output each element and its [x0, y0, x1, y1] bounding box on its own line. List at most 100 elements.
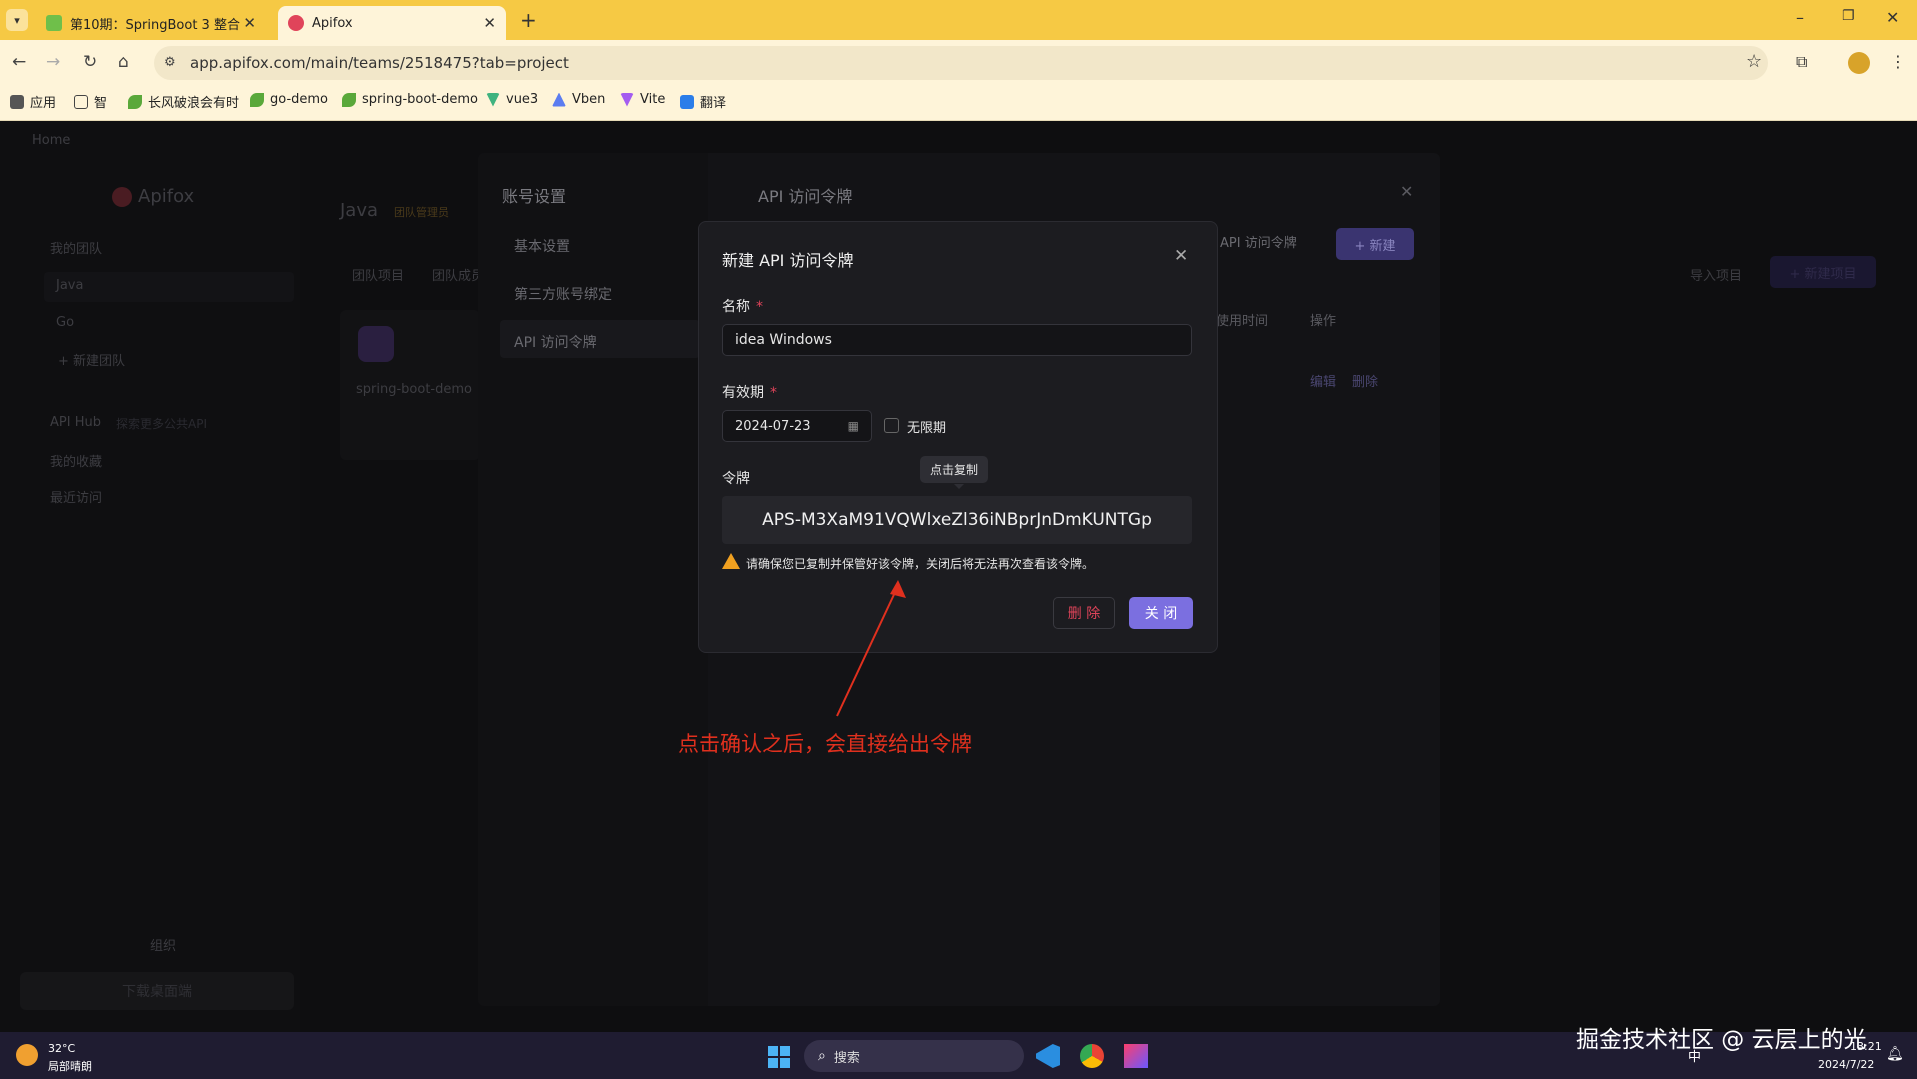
- intellij-icon[interactable]: [1124, 1044, 1148, 1068]
- sidebar-org[interactable]: 组织: [150, 935, 176, 954]
- weather-temp: 32°C: [48, 1042, 76, 1055]
- project-name: spring-boot-demo: [356, 382, 472, 397]
- close-tab-icon[interactable]: ✕: [483, 14, 496, 32]
- clock-date[interactable]: 2024/7/22: [1818, 1058, 1874, 1071]
- tab-search-button[interactable]: ▾: [6, 9, 28, 31]
- new-tab-icon[interactable]: +: [520, 8, 537, 32]
- tab-springboot[interactable]: 第10期：SpringBoot 3 整合接 ✕: [36, 6, 266, 40]
- bookmark-item[interactable]: Vben: [552, 92, 605, 107]
- sidebar-api-hub-note: 探索更多公共API: [116, 417, 207, 431]
- leaf-icon: [342, 92, 356, 107]
- token-value: APS-M3XaM91VQWlxeZl36iNBprJnDmKUNTGp: [762, 510, 1152, 530]
- tab-team-members[interactable]: 团队成员: [432, 265, 484, 284]
- bookmark-item[interactable]: go-demo: [250, 92, 328, 107]
- bookmark-folder[interactable]: 智: [74, 92, 107, 111]
- weather-icon[interactable]: [16, 1044, 38, 1066]
- bookmark-item[interactable]: Vite: [620, 92, 665, 107]
- sidebar-recent[interactable]: 最近访问: [50, 487, 102, 506]
- taskbar-search[interactable]: ⌕ 搜索: [804, 1040, 1024, 1072]
- sidebar-favorites[interactable]: 我的收藏: [50, 451, 102, 470]
- site-info-icon[interactable]: ⚙: [164, 55, 176, 70]
- article-icon: [46, 15, 62, 31]
- chrome-icon[interactable]: [1080, 1044, 1104, 1068]
- window-close-icon[interactable]: ✕: [1886, 8, 1899, 27]
- vben-icon: [552, 92, 566, 107]
- start-tile: [780, 1046, 790, 1056]
- annotation-arrow: [836, 580, 906, 717]
- apifox-logo-icon: [112, 186, 132, 207]
- notification-bell-icon[interactable]: 🔔︎: [1886, 1046, 1904, 1062]
- brand-logo: Apifox: [112, 186, 194, 207]
- bookmark-apps[interactable]: 应用: [10, 92, 56, 111]
- tooltip-arrow: [954, 484, 964, 489]
- restore-icon[interactable]: ❐: [1842, 8, 1855, 24]
- home-icon[interactable]: ⌂: [118, 52, 129, 72]
- team-badge: 团队管理员: [394, 206, 449, 219]
- bookmark-item[interactable]: 翻译: [680, 92, 726, 111]
- new-project-button[interactable]: + 新建项目: [1770, 256, 1876, 288]
- menu-icon[interactable]: ⋮: [1890, 52, 1906, 71]
- profile-avatar[interactable]: [1848, 52, 1870, 74]
- warning-text: 请确保您已复制并保管好该令牌，关闭后将无法再次查看该令牌。: [746, 557, 1095, 571]
- expiry-date-picker[interactable]: 2024-07-23 ▦: [722, 410, 872, 442]
- watermark: 掘金技术社区 @ 云层上的光: [1576, 1027, 1867, 1053]
- import-project-button[interactable]: 导入项目: [1690, 265, 1742, 284]
- bookmark-item[interactable]: spring-boot-demo: [342, 92, 478, 107]
- vite-icon: [620, 92, 634, 107]
- no-expiry-checkbox[interactable]: [884, 418, 899, 433]
- download-desktop-button[interactable]: 下载桌面端: [20, 972, 294, 1010]
- apps-grid-icon: [10, 94, 24, 109]
- tab-apifox[interactable]: Apifox ✕: [278, 6, 506, 40]
- close-button[interactable]: 关 闭: [1129, 597, 1193, 629]
- dialog-title: 新建 API 访问令牌: [722, 251, 854, 270]
- sidebar-team-go[interactable]: Go: [56, 315, 74, 330]
- forward-icon[interactable]: →: [46, 52, 60, 72]
- weather-desc: 局部晴朗: [48, 1060, 92, 1073]
- bookmark-star-icon[interactable]: ☆: [1746, 51, 1762, 72]
- bookmark-item[interactable]: 长风破浪会有时: [128, 92, 239, 111]
- edit-token-link[interactable]: 编辑: [1310, 371, 1336, 390]
- column-used-time: 使用时间: [1216, 314, 1269, 329]
- bookmark-item[interactable]: vue3: [486, 92, 538, 107]
- back-icon[interactable]: ←: [12, 52, 26, 72]
- url-text[interactable]: app.apifox.com/main/teams/2518475?tab=pr…: [190, 54, 569, 72]
- start-tile: [768, 1046, 778, 1056]
- minimize-icon[interactable]: –: [1796, 8, 1804, 27]
- copy-tooltip: 点击复制: [920, 456, 989, 483]
- project-icon: [358, 326, 394, 362]
- dialog-close-icon[interactable]: ✕: [1174, 246, 1188, 266]
- token-value-box[interactable]: APS-M3XaM91VQWlxeZl36iNBprJnDmKUNTGp: [722, 496, 1192, 544]
- close-tab-icon[interactable]: ✕: [243, 14, 256, 32]
- nav-basic-settings[interactable]: 基本设置: [514, 236, 570, 256]
- no-expiry-label: 无限期: [907, 421, 947, 436]
- search-icon: ⌕: [818, 1048, 826, 1064]
- sidebar: [0, 121, 300, 1032]
- tab-team-projects[interactable]: 团队项目: [352, 265, 404, 284]
- home-link[interactable]: Home: [32, 133, 70, 148]
- tab-label: 第10期：SpringBoot 3 整合接: [70, 17, 240, 33]
- new-token-button[interactable]: + 新建: [1336, 228, 1414, 260]
- name-input[interactable]: idea Windows: [722, 324, 1192, 356]
- delete-button[interactable]: 删 除: [1053, 597, 1115, 629]
- account-modal-close-icon[interactable]: ✕: [1400, 182, 1413, 201]
- name-label: 名称 *: [722, 299, 763, 315]
- delete-token-link[interactable]: 删除: [1352, 371, 1378, 390]
- leaf-icon: [128, 94, 142, 109]
- calendar-icon: ▦: [847, 419, 859, 433]
- folder-icon: [74, 94, 88, 109]
- account-settings-nav: [478, 153, 708, 1006]
- leaf-icon: [250, 92, 264, 107]
- reload-icon[interactable]: ↻: [83, 52, 97, 72]
- extensions-icon[interactable]: ⧉: [1796, 52, 1807, 72]
- vue-icon: [486, 92, 500, 107]
- nav-third-party[interactable]: 第三方账号绑定: [514, 284, 612, 304]
- sidebar-api-hub[interactable]: API Hub: [50, 415, 101, 430]
- sidebar-my-team[interactable]: 我的团队: [50, 238, 102, 257]
- sidebar-team-java-label: Java: [56, 278, 84, 293]
- apifox-logo-icon: [288, 15, 304, 31]
- start-tile: [780, 1058, 790, 1068]
- start-icon[interactable]: [768, 1046, 790, 1068]
- sidebar-new-team[interactable]: + 新建团队: [58, 350, 125, 369]
- nav-api-token-label: API 访问令牌: [514, 335, 597, 351]
- expiry-label: 有效期 *: [722, 385, 777, 401]
